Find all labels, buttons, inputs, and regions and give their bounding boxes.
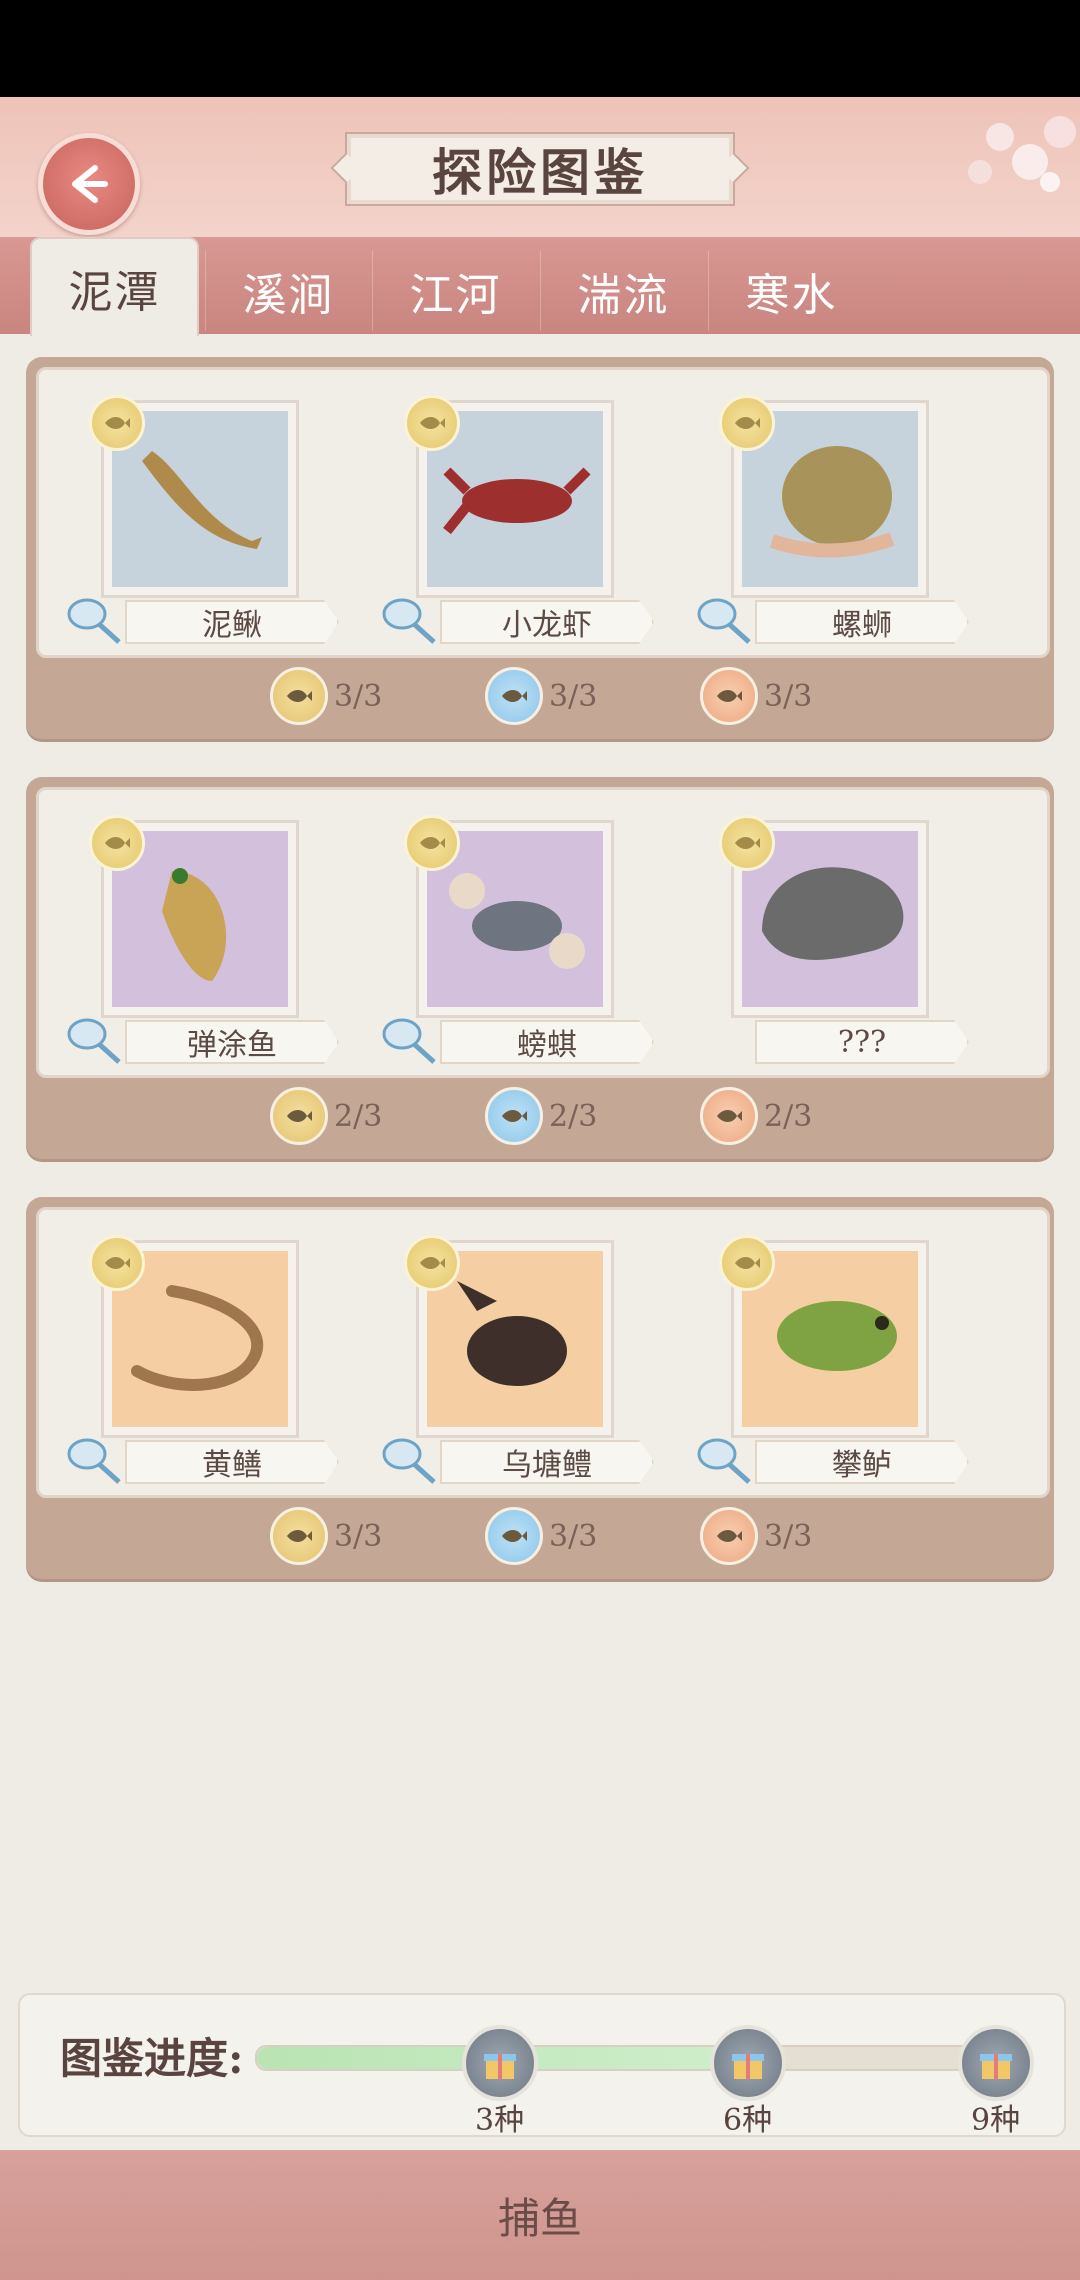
species-card[interactable] <box>89 815 299 1018</box>
fishing-button[interactable]: 捕鱼 <box>0 2150 1080 2280</box>
species-name: 螺蛳 <box>755 600 969 644</box>
species-name: 泥鳅 <box>125 600 339 644</box>
tab-hanshui[interactable]: 寒水 <box>708 251 874 331</box>
fish-coin-icon <box>404 395 460 451</box>
fishing-net-icon <box>695 1432 753 1486</box>
milestone-label: 9种 <box>971 2103 1021 2138</box>
stat-count: 2/3 <box>549 1098 598 1134</box>
group-stats: 3/3 3/3 3/3 <box>26 667 1054 727</box>
status-bar <box>0 0 1080 97</box>
species-name: 乌塘鳢 <box>440 1440 654 1484</box>
fish-coin-icon <box>89 1235 145 1291</box>
species-group: 弹涂鱼 螃蜞??? 2/3 2/3 2/3 <box>26 777 1054 1159</box>
fish-badge-icon <box>700 1087 758 1145</box>
stat-item: 3/3 <box>700 667 812 725</box>
species-group: 黄鳝 乌塘鳢 攀鲈 3/3 3/3 3/3 <box>26 1197 1054 1579</box>
gift-reward-button-3[interactable] <box>958 2025 1034 2101</box>
progress-label: 图鉴进度: <box>60 2034 244 2083</box>
species-group-panel: 黄鳝 乌塘鳢 攀鲈 <box>36 1207 1050 1498</box>
tab-tuanliu[interactable]: 湍流 <box>540 251 706 331</box>
species-name: 小龙虾 <box>440 600 654 644</box>
species-name: 螃蜞 <box>440 1020 654 1064</box>
fish-badge-icon <box>270 1087 328 1145</box>
species-card[interactable] <box>719 1235 929 1438</box>
fish-badge-icon <box>485 667 543 725</box>
species-card[interactable] <box>404 395 614 598</box>
page-title: 探险图鉴 <box>345 132 735 206</box>
stat-count: 3/3 <box>334 1518 383 1554</box>
fishing-net-icon <box>380 1012 438 1066</box>
group-stats: 3/3 3/3 3/3 <box>26 1507 1054 1567</box>
fish-badge-icon <box>700 1507 758 1565</box>
fish-coin-icon <box>89 815 145 871</box>
species-name: ??? <box>755 1020 969 1064</box>
species-name: 攀鲈 <box>755 1440 969 1484</box>
fish-badge-icon <box>270 667 328 725</box>
milestone-label: 3种 <box>475 2103 525 2138</box>
fish-badge-icon <box>485 1087 543 1145</box>
species-group-panel: 弹涂鱼 螃蜞??? <box>36 787 1050 1078</box>
stat-item: 3/3 <box>270 1507 382 1565</box>
species-name: 弹涂鱼 <box>125 1020 339 1064</box>
stat-item: 3/3 <box>485 667 597 725</box>
stat-count: 3/3 <box>334 678 383 714</box>
blossom-decoration <box>968 116 1076 192</box>
fishing-net-icon <box>65 1012 123 1066</box>
fish-coin-icon <box>404 1235 460 1291</box>
stat-item: 3/3 <box>270 667 382 725</box>
species-group: 泥鳅 小龙虾 螺蛳 3/3 3/3 3/3 <box>26 357 1054 739</box>
stat-count: 2/3 <box>764 1098 813 1134</box>
stat-item: 3/3 <box>485 1507 597 1565</box>
stat-item: 2/3 <box>270 1087 382 1145</box>
stat-count: 3/3 <box>549 1518 598 1554</box>
species-card[interactable] <box>404 815 614 1018</box>
gift-icon <box>980 2054 1012 2079</box>
fish-coin-icon <box>719 1235 775 1291</box>
back-arrow-icon <box>72 165 108 203</box>
stat-item: 2/3 <box>700 1087 812 1145</box>
fish-coin-icon <box>89 395 145 451</box>
species-card[interactable] <box>719 395 929 598</box>
fish-badge-icon <box>485 1507 543 1565</box>
milestone-label: 6种 <box>723 2103 773 2138</box>
fishing-net-icon <box>65 592 123 646</box>
fish-badge-icon <box>270 1507 328 1565</box>
fishing-net-icon <box>380 592 438 646</box>
fish-coin-icon <box>719 395 775 451</box>
species-name: 黄鳝 <box>125 1440 339 1484</box>
tab-jianghe[interactable]: 江河 <box>372 251 538 331</box>
tab-nitan[interactable]: 泥潭 <box>30 237 199 336</box>
species-card[interactable] <box>404 1235 614 1438</box>
fish-badge-icon <box>700 667 758 725</box>
species-card[interactable] <box>89 395 299 598</box>
gift-reward-button-2[interactable] <box>710 2025 786 2101</box>
fishing-net-icon <box>695 592 753 646</box>
fish-coin-icon <box>719 815 775 871</box>
progress-track <box>255 2045 979 2071</box>
stat-count: 3/3 <box>549 678 598 714</box>
fish-coin-icon <box>404 815 460 871</box>
collection-progress: 图鉴进度: 3种 6种 9种 <box>18 1993 1066 2138</box>
stat-count: 2/3 <box>334 1098 383 1134</box>
tab-bar: 泥潭 溪涧 江河 湍流 寒水 <box>0 237 1080 336</box>
species-card[interactable] <box>89 1235 299 1438</box>
species-card[interactable] <box>719 815 929 1018</box>
gift-reward-button-1[interactable] <box>462 2025 538 2101</box>
gift-icon <box>732 2054 764 2079</box>
group-stats: 2/3 2/3 2/3 <box>26 1087 1054 1147</box>
fishing-net-icon <box>65 1432 123 1486</box>
stat-count: 3/3 <box>764 678 813 714</box>
fishing-net-icon <box>380 1432 438 1486</box>
species-group-panel: 泥鳅 小龙虾 螺蛳 <box>36 367 1050 658</box>
back-button[interactable] <box>38 133 140 235</box>
stat-count: 3/3 <box>764 1518 813 1554</box>
tab-xijian[interactable]: 溪涧 <box>205 251 371 331</box>
gift-icon <box>484 2054 516 2079</box>
stat-item: 2/3 <box>485 1087 597 1145</box>
stat-item: 3/3 <box>700 1507 812 1565</box>
